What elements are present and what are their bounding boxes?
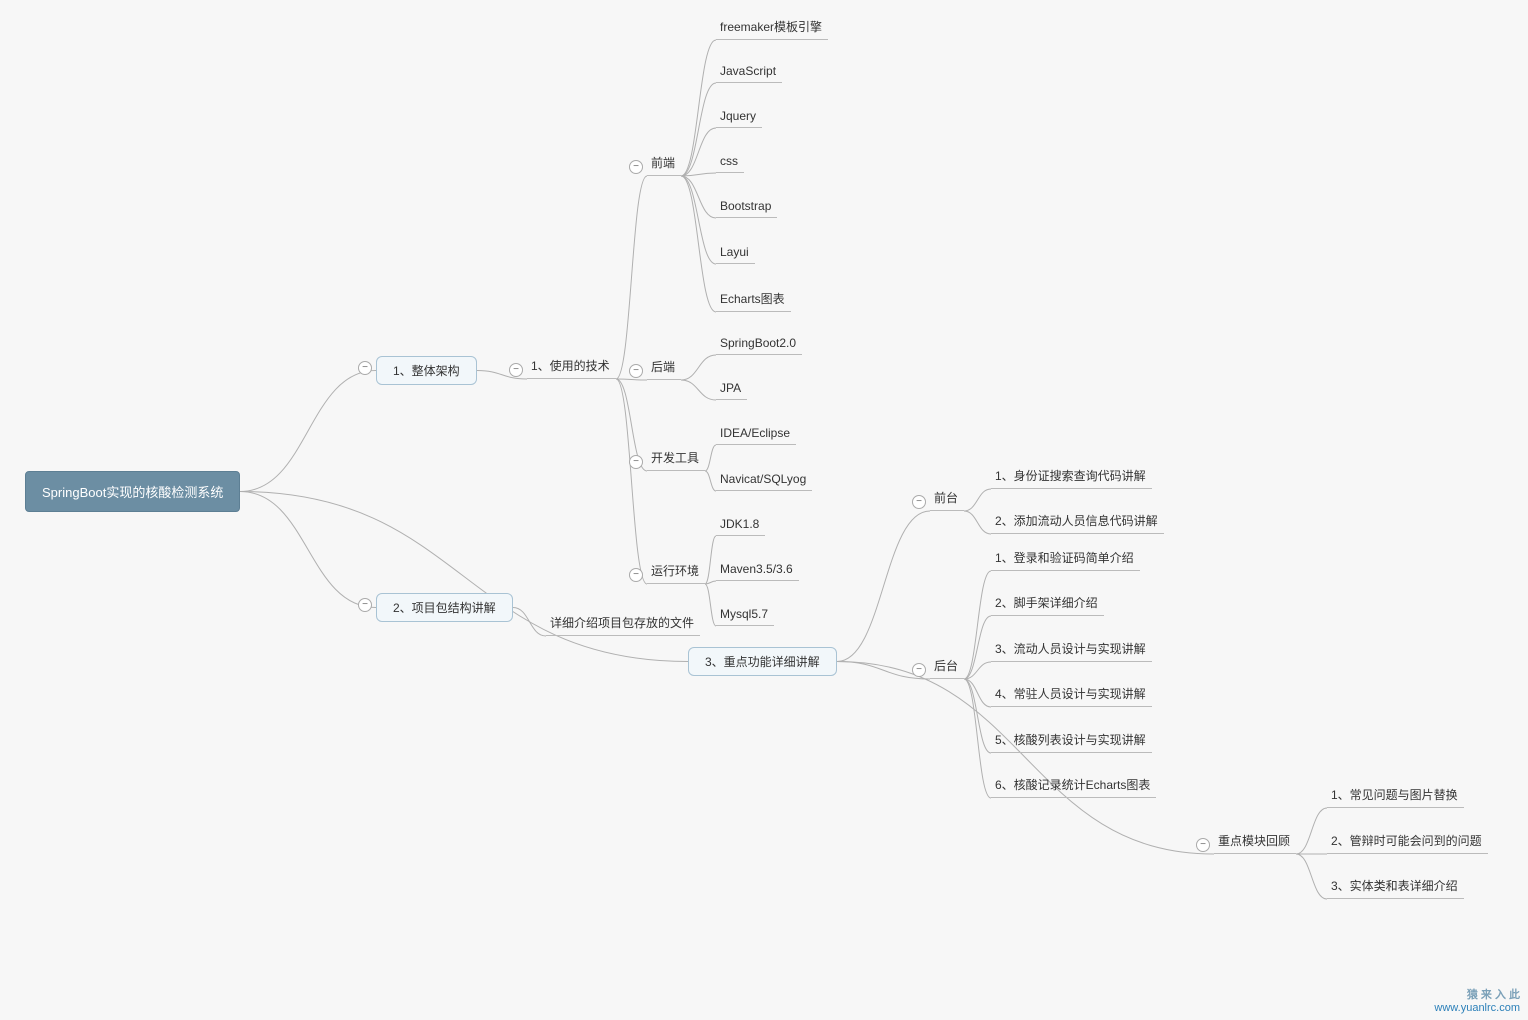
node-back-item: 6、核酸记录统计Echarts图表: [991, 776, 1156, 798]
node-backend[interactable]: 后端: [647, 358, 681, 380]
node-frontend-item: JavaScript: [716, 64, 782, 83]
node-backstage[interactable]: 后台: [930, 657, 964, 679]
node-frontend-item: Echarts图表: [716, 290, 791, 312]
collapse-icon[interactable]: −: [629, 160, 643, 174]
mindmap-canvas: SpringBoot实现的核酸检测系统 − 1、整体架构 − 2、项目包结构讲解…: [0, 0, 1528, 1020]
collapse-icon[interactable]: −: [912, 495, 926, 509]
node-backend-item: SpringBoot2.0: [716, 336, 802, 355]
node-package-note: 详细介绍项目包存放的文件: [546, 614, 700, 636]
collapse-icon[interactable]: −: [509, 363, 523, 377]
watermark: 猿 来 入 此 www.yuanlrc.com: [1434, 986, 1520, 1014]
node-backend-item: JPA: [716, 381, 747, 400]
node-review-item: 3、实体类和表详细介绍: [1327, 877, 1464, 899]
node-front-item: 1、身份证搜索查询代码讲解: [991, 467, 1152, 489]
node-back-item: 1、登录和验证码简单介绍: [991, 549, 1140, 571]
node-architecture[interactable]: 1、整体架构: [376, 356, 477, 385]
watermark-url: www.yuanlrc.com: [1434, 1002, 1520, 1014]
node-frontend-item: freemaker模板引擎: [716, 18, 828, 40]
collapse-icon[interactable]: −: [629, 455, 643, 469]
watermark-text: 猿 来 入 此: [1434, 986, 1520, 1002]
root-node[interactable]: SpringBoot实现的核酸检测系统: [25, 471, 240, 512]
node-frontend-item: css: [716, 154, 744, 173]
node-runtime-env[interactable]: 运行环境: [647, 562, 705, 584]
node-back-item: 5、核酸列表设计与实现讲解: [991, 731, 1152, 753]
node-back-item: 2、脚手架详细介绍: [991, 594, 1104, 616]
node-tool-item: IDEA/Eclipse: [716, 426, 796, 445]
node-back-item: 3、流动人员设计与实现讲解: [991, 640, 1152, 662]
node-used-tech[interactable]: 1、使用的技术: [527, 357, 616, 379]
collapse-icon[interactable]: −: [629, 364, 643, 378]
node-env-item: Maven3.5/3.6: [716, 562, 799, 581]
collapse-icon[interactable]: −: [629, 568, 643, 582]
node-frontstage[interactable]: 前台: [930, 489, 964, 511]
node-dev-tools[interactable]: 开发工具: [647, 449, 705, 471]
node-key-functions[interactable]: 3、重点功能详细讲解: [688, 647, 837, 676]
node-frontend[interactable]: 前端: [647, 154, 681, 176]
collapse-icon[interactable]: −: [912, 663, 926, 677]
node-env-item: JDK1.8: [716, 517, 765, 536]
node-frontend-item: Jquery: [716, 109, 762, 128]
node-package-structure[interactable]: 2、项目包结构讲解: [376, 593, 513, 622]
node-tool-item: Navicat/SQLyog: [716, 472, 812, 491]
node-front-item: 2、添加流动人员信息代码讲解: [991, 512, 1164, 534]
collapse-icon[interactable]: −: [358, 598, 372, 612]
collapse-icon[interactable]: −: [1196, 838, 1210, 852]
node-frontend-item: Bootstrap: [716, 199, 777, 218]
node-review[interactable]: 重点模块回顾: [1214, 832, 1296, 854]
node-back-item: 4、常驻人员设计与实现讲解: [991, 685, 1152, 707]
node-review-item: 2、管辩时可能会问到的问题: [1327, 832, 1488, 854]
node-env-item: Mysql5.7: [716, 607, 774, 626]
collapse-icon[interactable]: −: [358, 361, 372, 375]
node-review-item: 1、常见问题与图片替换: [1327, 786, 1464, 808]
node-frontend-item: Layui: [716, 245, 755, 264]
